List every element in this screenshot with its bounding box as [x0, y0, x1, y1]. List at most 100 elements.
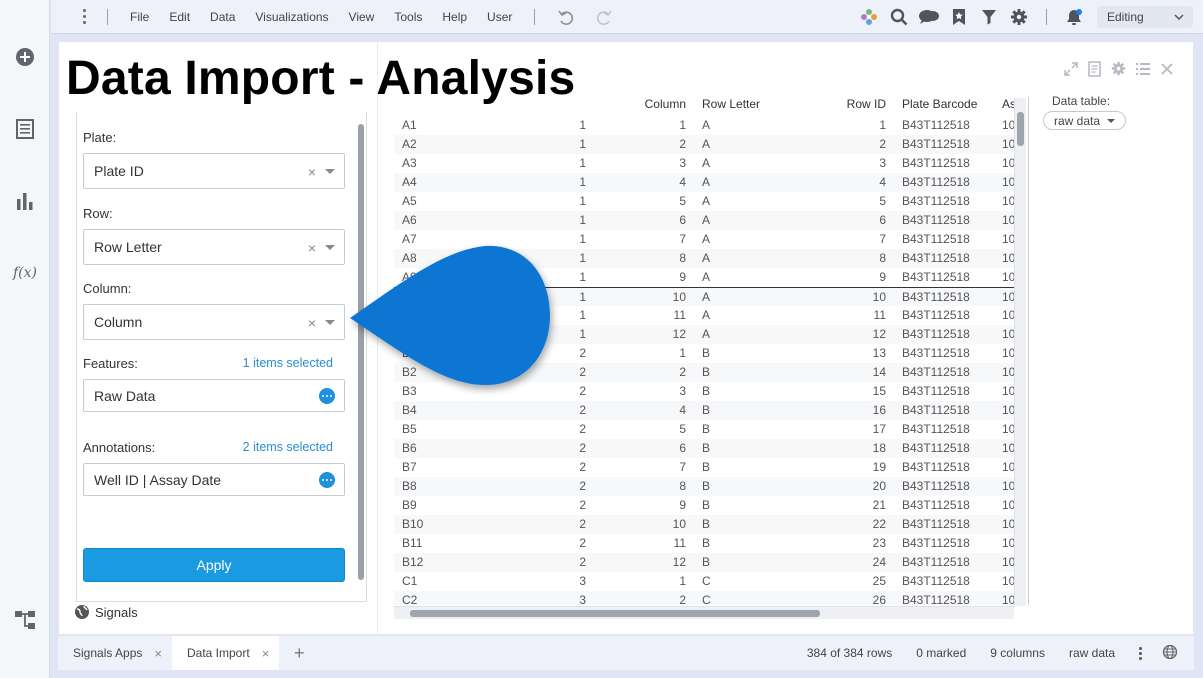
- menu-file[interactable]: File: [120, 0, 159, 34]
- redo-icon[interactable]: [595, 8, 613, 26]
- caret-down-icon[interactable]: [325, 169, 335, 174]
- gear-icon[interactable]: [1004, 0, 1034, 34]
- table-row[interactable]: B10 2 10 B 22 B43T112518 10: [394, 515, 1015, 534]
- table-row[interactable]: A1 1 1 A 1 B43T112518 10: [394, 116, 1015, 135]
- clear-icon[interactable]: ×: [308, 240, 316, 256]
- close-icon[interactable]: [1158, 60, 1175, 77]
- settings-icon[interactable]: [1110, 60, 1127, 77]
- cell-column: 6: [679, 213, 686, 227]
- bar-chart-icon[interactable]: [13, 189, 37, 213]
- table-row[interactable]: A4 1 4 A 4 B43T112518 10: [394, 173, 1015, 192]
- features-field[interactable]: Raw Data: [83, 379, 345, 412]
- separator: [534, 8, 536, 25]
- list-icon[interactable]: [1134, 60, 1151, 77]
- data-table-dropdown[interactable]: raw data: [1043, 111, 1127, 130]
- header-column[interactable]: Column: [644, 97, 686, 111]
- table-row[interactable]: B6 2 6 B 18 B43T112518 10: [394, 439, 1015, 458]
- table-row[interactable]: B11 2 11 B 23 B43T112518 10: [394, 534, 1015, 553]
- features-value: Raw Data: [94, 387, 156, 404]
- cell-well: B9: [402, 498, 417, 512]
- tab-data-import[interactable]: Data Import ×: [171, 636, 280, 670]
- details-icon[interactable]: [1086, 60, 1103, 77]
- mode-dropdown[interactable]: Editing: [1097, 6, 1193, 28]
- cell-col-num: 1: [579, 118, 586, 132]
- cell-column: 12: [672, 327, 686, 341]
- cell-row-letter: A: [702, 118, 711, 132]
- add-tab-icon[interactable]: +: [279, 643, 319, 664]
- cell-row-id: 2: [879, 137, 886, 151]
- bookmark-icon[interactable]: [944, 0, 974, 34]
- more-options-icon[interactable]: [319, 388, 335, 404]
- more-options-icon[interactable]: [319, 472, 335, 488]
- table-row[interactable]: B12 2 12 B 24 B43T112518 10: [394, 553, 1015, 572]
- cell-col-num: 3: [579, 574, 586, 588]
- globe-icon[interactable]: [1154, 644, 1194, 663]
- table-row[interactable]: A3 1 3 A 3 B43T112518 10: [394, 154, 1015, 173]
- close-tab-icon[interactable]: ×: [262, 646, 270, 661]
- ai-flower-icon[interactable]: [854, 0, 884, 34]
- cell-plate-barcode: B43T112518: [902, 479, 970, 493]
- signals-link[interactable]: Signals: [74, 604, 138, 620]
- table-row[interactable]: A5 1 5 A 5 B43T112518 10: [394, 192, 1015, 211]
- clear-icon[interactable]: ×: [308, 164, 316, 180]
- table-row[interactable]: C2 3 2 C 26 B43T112518 10: [394, 591, 1015, 605]
- table-horizontal-scrollbar[interactable]: [394, 606, 1014, 619]
- table-row[interactable]: B7 2 7 B 19 B43T112518 10: [394, 458, 1015, 477]
- menu-user[interactable]: User: [477, 0, 522, 34]
- plate-select[interactable]: Plate ID ×: [83, 153, 345, 189]
- tab-signals-apps[interactable]: Signals Apps ×: [58, 636, 172, 670]
- globe-icon: [75, 605, 89, 619]
- row-select[interactable]: Row Letter ×: [83, 229, 345, 265]
- cell-well: B12: [402, 555, 424, 569]
- table-row[interactable]: B5 2 5 B 17 B43T112518 10: [394, 420, 1015, 439]
- cell-row-id: 16: [872, 403, 886, 417]
- table-row[interactable]: B8 2 8 B 20 B43T112518 10: [394, 477, 1015, 496]
- filter-icon[interactable]: [974, 0, 1004, 34]
- undo-icon[interactable]: [557, 8, 575, 26]
- notification-bell-icon[interactable]: [1059, 0, 1089, 34]
- cell-row-id: 22: [872, 517, 886, 531]
- clear-icon[interactable]: ×: [308, 315, 316, 331]
- annotations-selected-count[interactable]: 2 items selected: [243, 440, 333, 454]
- hierarchy-icon[interactable]: [13, 608, 37, 632]
- menu-tools[interactable]: Tools: [384, 0, 432, 34]
- cell-column: 1: [679, 118, 686, 132]
- menu-visualizations[interactable]: Visualizations: [245, 0, 338, 34]
- menu-data[interactable]: Data: [200, 0, 245, 34]
- app-menu-icon[interactable]: [73, 9, 95, 24]
- expand-icon[interactable]: [1062, 60, 1079, 77]
- cell-plate-barcode: B43T112518: [902, 384, 970, 398]
- table-row[interactable]: B4 2 4 B 16 B43T112518 10: [394, 401, 1015, 420]
- apply-button[interactable]: Apply: [83, 548, 345, 582]
- cell-row-id: 24: [872, 555, 886, 569]
- menu-help[interactable]: Help: [432, 0, 477, 34]
- cell-column: 1: [679, 346, 686, 360]
- table-row[interactable]: B9 2 9 B 21 B43T112518 10: [394, 496, 1015, 515]
- status-area: 384 of 384 rows 0 marked 9 columns raw d…: [795, 636, 1194, 670]
- cell-column: 12: [672, 555, 686, 569]
- features-selected-count[interactable]: 1 items selected: [243, 356, 333, 370]
- status-menu-icon[interactable]: [1127, 646, 1154, 660]
- table-status[interactable]: raw data: [1057, 646, 1127, 660]
- header-row-letter[interactable]: Row Letter: [702, 97, 760, 111]
- add-icon[interactable]: [13, 45, 37, 69]
- annotations-field[interactable]: Well ID | Assay Date: [83, 463, 345, 496]
- column-select[interactable]: Column ×: [83, 304, 345, 340]
- function-icon[interactable]: f(x): [13, 261, 37, 285]
- table-row[interactable]: A6 1 6 A 6 B43T112518 10: [394, 211, 1015, 230]
- chat-icon[interactable]: [914, 0, 944, 34]
- close-tab-icon[interactable]: ×: [154, 646, 162, 661]
- header-row-id[interactable]: Row ID: [844, 97, 886, 111]
- menu-view[interactable]: View: [339, 0, 385, 34]
- table-row[interactable]: A2 1 2 A 2 B43T112518 10: [394, 135, 1015, 154]
- table-row[interactable]: C1 3 1 C 25 B43T112518 10: [394, 572, 1015, 591]
- header-plate-barcode[interactable]: Plate Barcode: [902, 97, 977, 111]
- cell-plate-barcode: B43T112518: [902, 460, 970, 474]
- caret-down-icon[interactable]: [325, 245, 335, 250]
- document-icon[interactable]: [13, 117, 37, 141]
- table-vertical-scrollbar[interactable]: [1014, 98, 1026, 606]
- caret-down-icon[interactable]: [325, 320, 335, 325]
- menu-edit[interactable]: Edit: [159, 0, 200, 34]
- search-icon[interactable]: [884, 0, 914, 34]
- cell-row-letter: B: [702, 479, 711, 493]
